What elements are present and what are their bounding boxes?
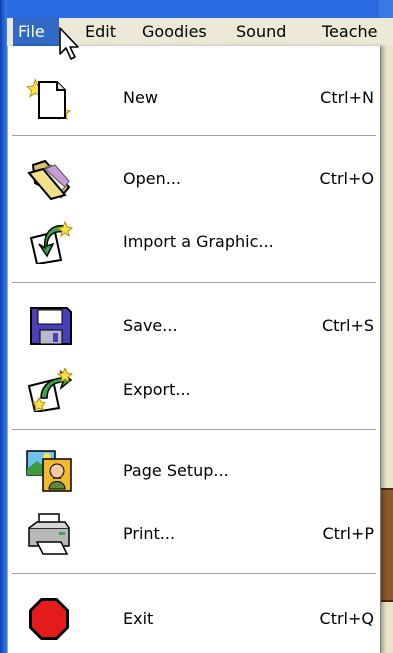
- background-canvas-graphic: [380, 488, 393, 602]
- menu-item-open-shortcut: Ctrl+O: [319, 169, 374, 188]
- menu-item-exit-shortcut: Ctrl+Q: [319, 609, 374, 628]
- menu-item-open[interactable]: Open... Ctrl+O: [8, 153, 380, 205]
- menu-sound[interactable]: Sound: [231, 18, 291, 46]
- window-titlebar-strip: [7, 0, 393, 18]
- menu-item-exit[interactable]: Exit Ctrl+Q: [8, 593, 380, 645]
- menu-item-print-label: Print...: [123, 524, 176, 543]
- menu-item-page-setup[interactable]: Page Setup...: [8, 445, 380, 497]
- menu-separator: [12, 135, 376, 137]
- printer-icon: [28, 513, 70, 555]
- menu-item-save[interactable]: Save... Ctrl+S: [8, 300, 380, 352]
- new-document-icon: [26, 78, 72, 120]
- file-menu-dropdown: New Ctrl+N Open... Ctrl+O Import a Graph…: [7, 46, 381, 653]
- menu-item-save-shortcut: Ctrl+S: [321, 316, 374, 335]
- menu-item-import-graphic[interactable]: Import a Graphic...: [8, 216, 380, 268]
- export-icon: [27, 368, 73, 412]
- menu-goodies[interactable]: Goodies: [137, 18, 212, 46]
- window-left-border: [0, 0, 7, 653]
- menu-item-save-label: Save...: [123, 316, 178, 335]
- menu-item-export[interactable]: Export...: [8, 364, 380, 416]
- menu-separator: [12, 282, 376, 284]
- menu-teacher[interactable]: Teache: [317, 18, 382, 46]
- menu-separator: [12, 429, 376, 431]
- menu-item-print-shortcut: Ctrl+P: [322, 524, 374, 543]
- open-folder-icon: [27, 159, 71, 201]
- floppy-disk-icon: [30, 307, 72, 345]
- menu-file[interactable]: File: [13, 18, 59, 46]
- menu-item-import-graphic-label: Import a Graphic...: [123, 232, 274, 251]
- mouse-cursor-icon: [59, 27, 79, 60]
- stop-sign-icon: [29, 598, 69, 640]
- menu-item-new[interactable]: New Ctrl+N: [8, 72, 380, 124]
- menu-item-new-shortcut: Ctrl+N: [320, 88, 374, 107]
- import-graphic-icon: [29, 220, 73, 264]
- menu-edit[interactable]: Edit: [80, 18, 121, 46]
- menu-item-page-setup-label: Page Setup...: [123, 461, 229, 480]
- menu-item-open-label: Open...: [123, 169, 181, 188]
- menu-item-print[interactable]: Print... Ctrl+P: [8, 508, 380, 560]
- menu-item-exit-label: Exit: [123, 609, 154, 628]
- menu-item-export-label: Export...: [123, 380, 191, 399]
- menu-separator: [12, 573, 376, 575]
- menu-item-new-label: New: [123, 88, 158, 107]
- page-setup-icon: [26, 450, 72, 492]
